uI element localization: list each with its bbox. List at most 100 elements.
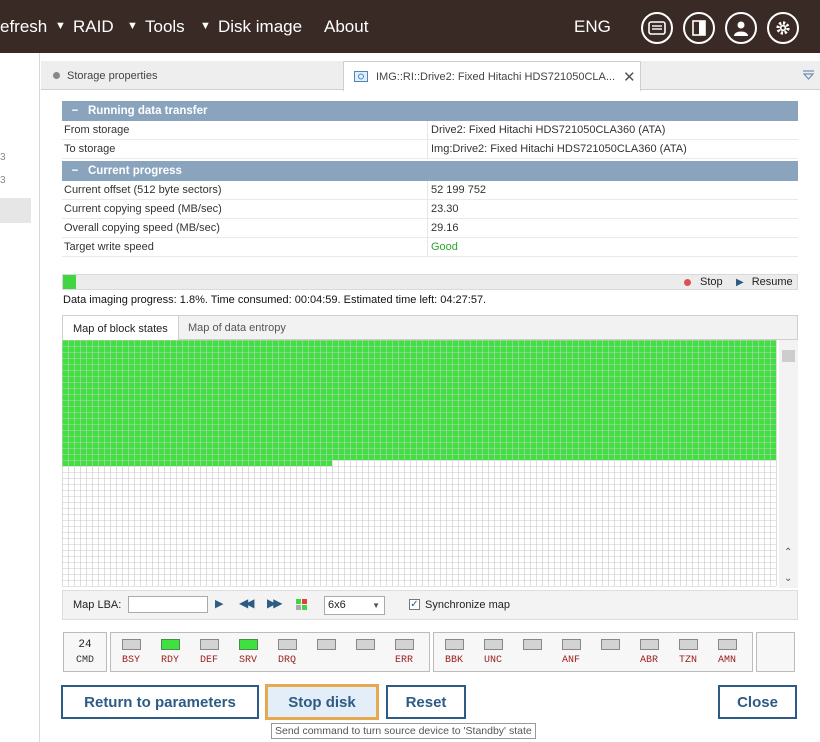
overall-speed-value: 29.16	[431, 222, 459, 234]
register-led	[445, 639, 464, 650]
tab-label: Storage properties	[67, 69, 158, 82]
block-map-canvas[interactable]	[62, 340, 778, 588]
raid-dropdown-arrow-icon[interactable]: ▼	[55, 20, 66, 32]
left-panel: 3 3	[0, 53, 40, 742]
menu-about[interactable]: About	[324, 17, 368, 37]
status-register: BSY RDY DEF SRV DRQ ERR	[110, 632, 430, 672]
return-to-parameters-button[interactable]: Return to parameters	[61, 685, 259, 719]
tab-map-data-entropy[interactable]: Map of data entropy	[178, 316, 296, 340]
rewind-icon[interactable]: ◀◀	[239, 596, 255, 610]
register-led	[356, 639, 375, 650]
stop-disk-button[interactable]: Stop disk	[266, 685, 378, 719]
menu-raid[interactable]: RAID	[73, 17, 114, 37]
menu-tools[interactable]: Tools	[145, 17, 185, 37]
write-speed-value: Good	[431, 241, 458, 253]
register-led	[640, 639, 659, 650]
scroll-thumb[interactable]	[782, 350, 795, 362]
current-offset-label: Current offset (512 byte sectors)	[62, 180, 428, 200]
collapse-icon[interactable]: −	[62, 105, 88, 117]
map-toolbar: Map LBA: ▶ ◀◀ ▶▶ 6x6 ▼ ✓ Synchronize map	[62, 590, 798, 620]
error-register: BBK UNC ANF ABR TZN AMN	[433, 632, 753, 672]
tab-storage-properties[interactable]: Storage properties	[53, 61, 158, 90]
left-panel-item-text: 3	[0, 175, 6, 186]
register-led	[523, 639, 542, 650]
write-speed-label: Target write speed	[62, 237, 428, 257]
tab-label: IMG::RI::Drive2: Fixed Hitachi HDS721050…	[376, 70, 616, 83]
sync-map-label: Synchronize map	[425, 599, 510, 611]
stop-disk-tooltip: Send command to turn source device to 'S…	[271, 723, 536, 739]
scroll-up-icon[interactable]: ⌃	[784, 547, 792, 558]
disk-image-icon	[354, 71, 368, 82]
register-label: DRQ	[277, 655, 296, 666]
reset-button[interactable]: Reset	[386, 685, 466, 719]
register-label: BBK	[444, 655, 463, 666]
stop-label: Stop	[700, 276, 723, 288]
left-panel-item-text: 3	[0, 152, 6, 163]
extra-register	[756, 632, 795, 672]
register-led	[161, 639, 180, 650]
top-menu-bar: efresh ▼ RAID ▼ Tools ▼ Disk image About…	[0, 0, 820, 53]
language-selector[interactable]: ENG	[574, 17, 611, 37]
map-lba-input[interactable]	[128, 596, 208, 613]
menu-disk-image[interactable]: Disk image	[218, 17, 302, 37]
register-led	[484, 639, 503, 650]
settings-button[interactable]	[767, 12, 799, 44]
block-map[interactable]	[62, 340, 778, 588]
cmd-value: 24	[78, 639, 92, 651]
register-led	[562, 639, 581, 650]
go-icon[interactable]: ▶	[215, 597, 223, 610]
stop-control[interactable]: Stop	[684, 276, 723, 288]
property-row: Target write speed Good	[62, 237, 798, 257]
tab-list-menu-icon[interactable]	[803, 70, 814, 80]
user-button[interactable]	[725, 12, 757, 44]
map-legend-icon[interactable]	[296, 599, 307, 610]
current-progress-header[interactable]: − Current progress	[62, 161, 798, 181]
play-icon: ▶	[736, 276, 744, 288]
tab-map-block-states[interactable]: Map of block states	[63, 316, 179, 341]
sync-map-checkbox[interactable]: ✓	[409, 599, 420, 610]
to-storage-label: To storage	[62, 139, 428, 159]
overall-speed-label: Overall copying speed (MB/sec)	[62, 218, 428, 238]
register-label: AMN	[717, 655, 736, 666]
close-button[interactable]: Close	[718, 685, 797, 719]
menu-refresh[interactable]: efresh	[0, 17, 47, 37]
map-lba-label: Map LBA:	[73, 599, 122, 611]
register-label: ANF	[561, 655, 580, 666]
block-size-select[interactable]: 6x6 ▼	[324, 596, 385, 615]
map-scrollbar[interactable]: ⌃ ⌄	[779, 340, 798, 588]
imaging-progress-bar: Stop ▶ Resume	[62, 274, 798, 290]
fast-forward-icon[interactable]: ▶▶	[267, 596, 283, 610]
tab-image[interactable]: IMG::RI::Drive2: Fixed Hitachi HDS721050…	[343, 61, 641, 91]
current-offset-value: 52 199 752	[431, 184, 487, 196]
current-speed-label: Current copying speed (MB/sec)	[62, 199, 428, 219]
register-led	[679, 639, 698, 650]
section-title: Current progress	[88, 165, 182, 177]
property-row: Current offset (512 byte sectors) 52 199…	[62, 180, 798, 200]
collapse-icon[interactable]: −	[62, 165, 88, 177]
register-label: RDY	[160, 655, 179, 666]
stop-dot-icon	[684, 278, 691, 286]
scroll-down-icon[interactable]: ⌄	[784, 573, 792, 584]
messages-icon	[648, 21, 666, 35]
tools-dropdown-arrow-icon[interactable]: ▼	[127, 20, 138, 32]
close-icon[interactable]: ✕	[623, 68, 636, 86]
property-row: From storage Drive2: Fixed Hitachi HDS72…	[62, 120, 798, 140]
chevron-down-icon: ▼	[372, 601, 380, 610]
register-label: ABR	[639, 655, 658, 666]
tab-label: Map of data entropy	[188, 322, 286, 334]
resume-control[interactable]: ▶ Resume	[736, 276, 793, 288]
register-label: TZN	[678, 655, 697, 666]
command-register: 24 CMD	[63, 632, 107, 672]
property-row: To storage Img:Drive2: Fixed Hitachi HDS…	[62, 139, 798, 159]
panel-toggle-button[interactable]	[683, 12, 715, 44]
from-storage-label: From storage	[62, 120, 428, 140]
register-label: ERR	[394, 655, 413, 666]
panel-icon	[692, 20, 706, 36]
register-led	[122, 639, 141, 650]
imaging-status-text: Data imaging progress: 1.8%. Time consum…	[63, 294, 487, 306]
register-led	[200, 639, 219, 650]
messages-button[interactable]	[641, 12, 673, 44]
disk-image-dropdown-arrow-icon[interactable]: ▼	[200, 20, 211, 32]
left-panel-selected-item[interactable]	[0, 198, 31, 223]
running-transfer-header[interactable]: − Running data transfer	[62, 101, 798, 121]
